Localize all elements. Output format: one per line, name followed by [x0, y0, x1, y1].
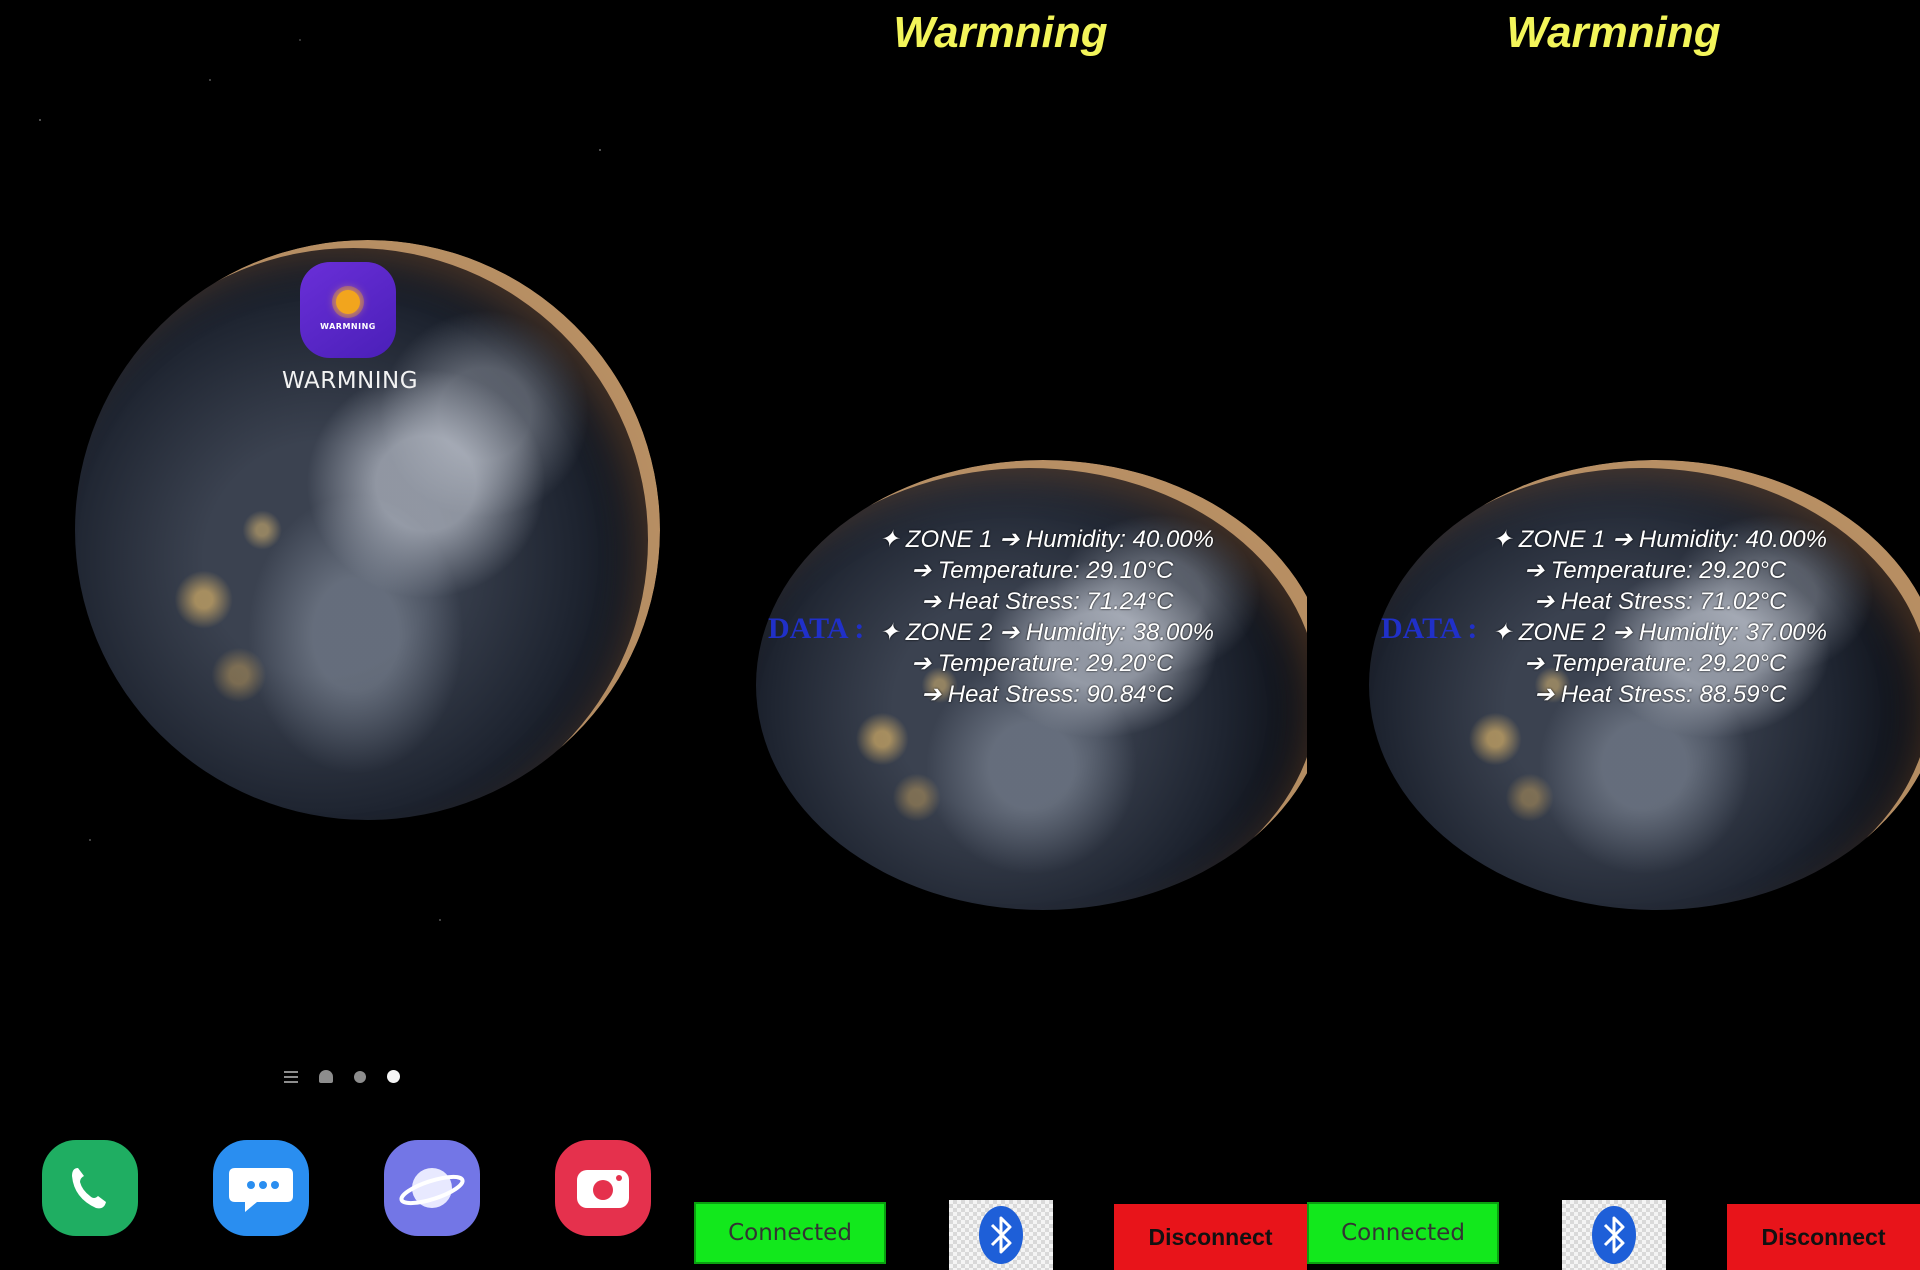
zone1-temperature: ➔ Temperature: 29.10°C: [911, 557, 1174, 584]
bluetooth-button[interactable]: [1562, 1200, 1666, 1270]
page-dot-active[interactable]: [387, 1070, 400, 1083]
connected-button[interactable]: Connected: [694, 1202, 886, 1264]
app-title: Warmning: [893, 8, 1108, 57]
app-screen-1: Warmning DATA : ✦ ZONE 1 ➔ Humidity: 40.…: [694, 0, 1307, 1270]
sun-icon: [336, 289, 360, 314]
zone1-humidity: ✦ ZONE 1 ➔ Humidity: 40.00%: [1492, 526, 1827, 553]
home-screen-panel: WARMNING WARMNING: [0, 0, 694, 1270]
data-label: DATA :: [1381, 612, 1478, 645]
page-dot[interactable]: [354, 1070, 366, 1083]
zone1-humidity: ✦ ZONE 1 ➔ Humidity: 40.00%: [879, 526, 1214, 553]
zone2-heat-stress: ➔ Heat Stress: 88.59°C: [1534, 681, 1787, 708]
zone2-temperature: ➔ Temperature: 29.20°C: [1524, 650, 1787, 677]
home-page-indicator-icon[interactable]: [319, 1070, 333, 1083]
bluetooth-button[interactable]: [949, 1200, 1053, 1270]
zone2-humidity: ✦ ZONE 2 ➔ Humidity: 37.00%: [1492, 619, 1827, 646]
bluetooth-icon: [979, 1206, 1023, 1264]
zone1-heat-stress: ➔ Heat Stress: 71.24°C: [921, 588, 1174, 615]
app-label[interactable]: WARMNING: [282, 368, 418, 394]
app-title: Warmning: [1506, 8, 1721, 57]
zone1-heat-stress: ➔ Heat Stress: 71.02°C: [1534, 588, 1787, 615]
app-screen-2: Warmning DATA : ✦ ZONE 1 ➔ Humidity: 40.…: [1307, 0, 1920, 1270]
page-indicator: [284, 1070, 400, 1083]
bluetooth-icon: [1592, 1206, 1636, 1264]
messages-icon[interactable]: [213, 1140, 309, 1236]
disconnect-button[interactable]: Disconnect: [1114, 1204, 1307, 1270]
apps-menu-indicator-icon[interactable]: [284, 1070, 298, 1083]
zone2-temperature: ➔ Temperature: 29.20°C: [911, 650, 1174, 677]
disconnect-button[interactable]: Disconnect: [1727, 1204, 1920, 1270]
app-icon-text: WARMNING: [320, 321, 376, 331]
zone2-heat-stress: ➔ Heat Stress: 90.84°C: [921, 681, 1174, 708]
phone-icon[interactable]: [42, 1140, 138, 1236]
zone2-humidity: ✦ ZONE 2 ➔ Humidity: 38.00%: [879, 619, 1214, 646]
connected-button[interactable]: Connected: [1307, 1202, 1499, 1264]
camera-icon[interactable]: [555, 1140, 651, 1236]
internet-icon[interactable]: [384, 1140, 480, 1236]
zone1-temperature: ➔ Temperature: 29.20°C: [1524, 557, 1787, 584]
data-label: DATA :: [768, 612, 865, 645]
warmning-app-icon[interactable]: WARMNING: [300, 262, 396, 358]
sensor-readings: ✦ ZONE 1 ➔ Humidity: 40.00% ➔ Temperatur…: [1492, 524, 1827, 710]
sensor-readings: ✦ ZONE 1 ➔ Humidity: 40.00% ➔ Temperatur…: [879, 524, 1214, 710]
